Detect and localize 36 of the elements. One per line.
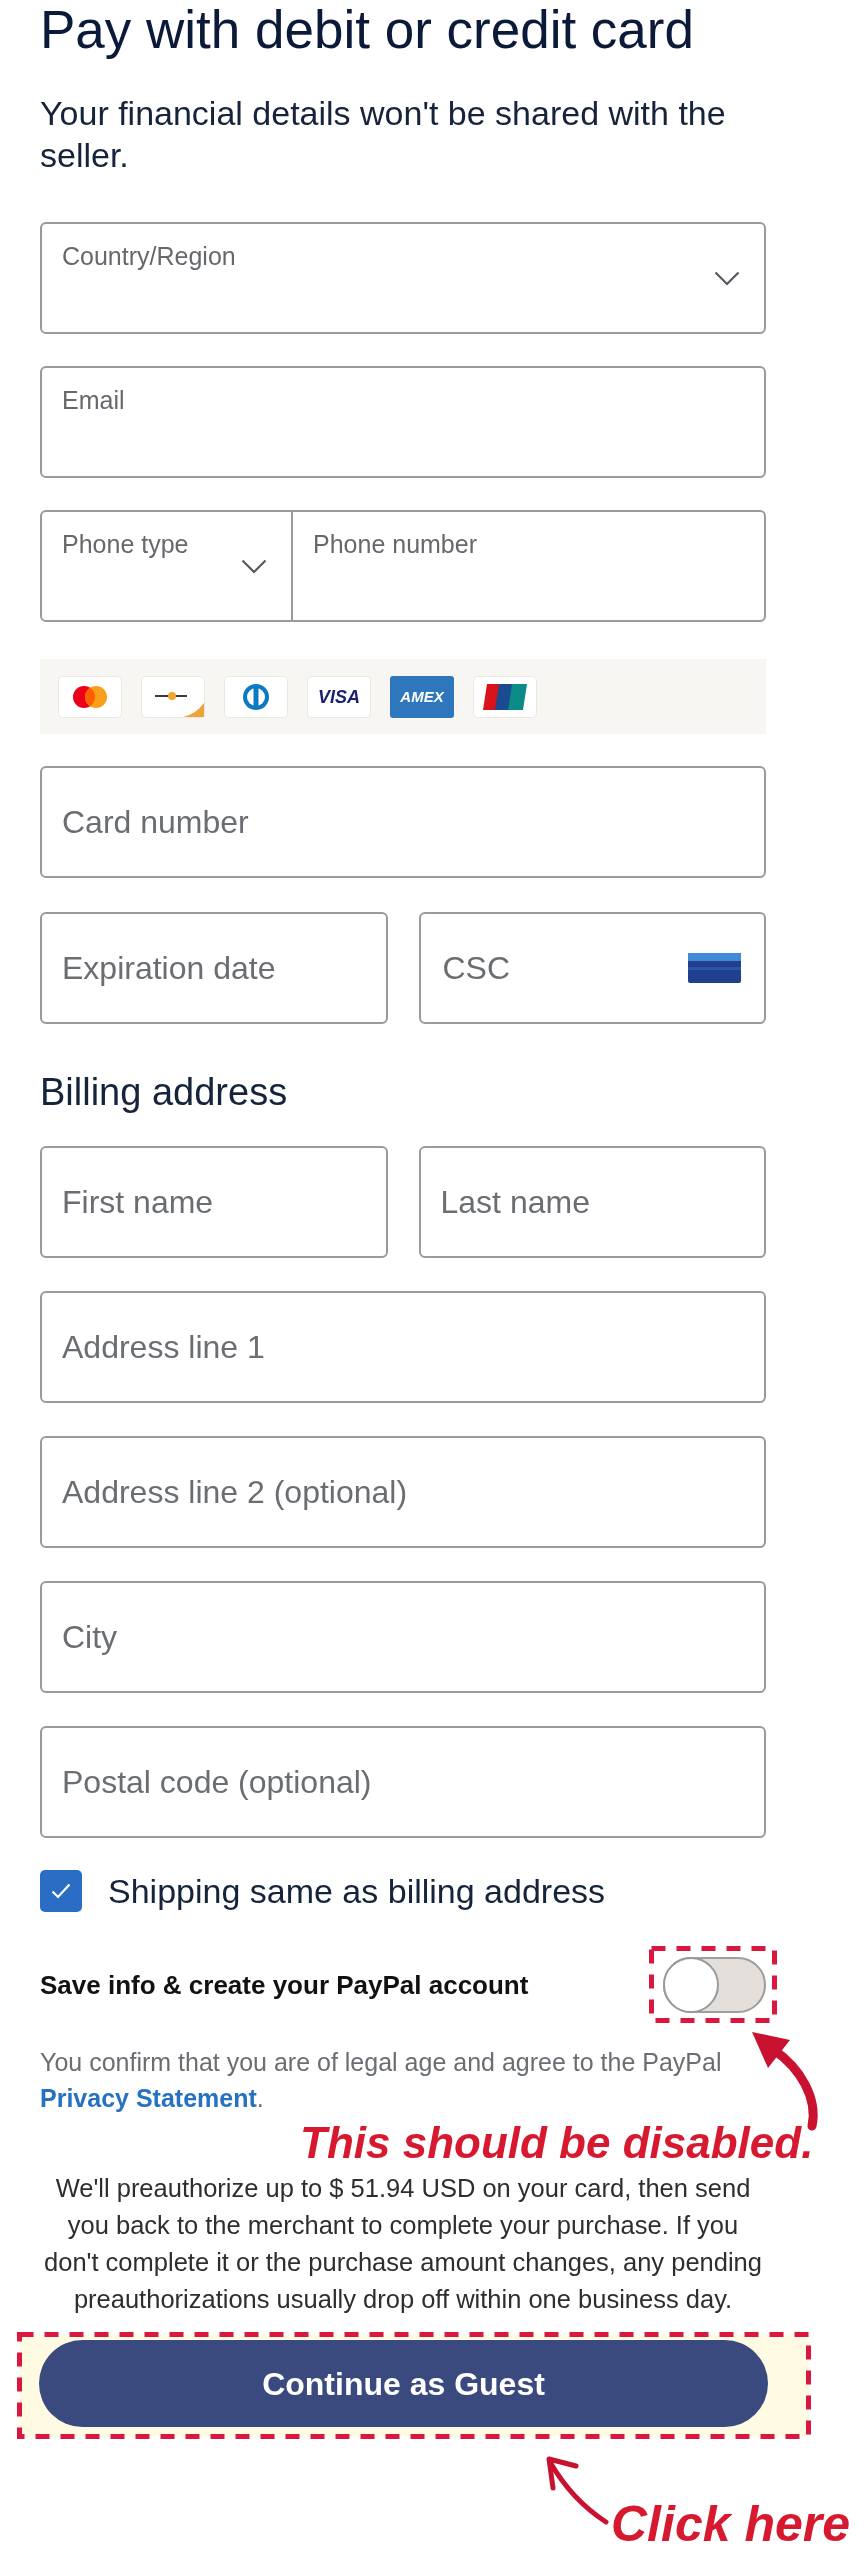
card-logo: AMEX bbox=[390, 675, 454, 718]
input-field[interactable]: First name bbox=[40, 1146, 388, 1258]
checkmark-icon bbox=[51, 1883, 71, 1899]
input-field[interactable]: Expiration date bbox=[40, 912, 388, 1024]
input-field[interactable]: Address line 1 bbox=[40, 1291, 766, 1403]
chevron-down-icon bbox=[714, 271, 740, 286]
annotation-note: Click here bbox=[611, 2496, 850, 2552]
chevron-down-icon bbox=[241, 559, 267, 574]
legal-text: You confirm that you are of legal age and agree to the PayPal Privacy Statement. bbox=[40, 2047, 723, 2114]
save-account-label: Save info & create your PayPal account bbox=[40, 1969, 529, 2001]
input-field[interactable]: City bbox=[40, 1581, 766, 1693]
toggle-switch[interactable] bbox=[663, 1957, 766, 2013]
input-field[interactable]: Card number bbox=[40, 766, 766, 878]
checkbox-label: Shipping same as billing address bbox=[108, 1871, 606, 1912]
overlapping-circles-icon bbox=[58, 675, 122, 718]
curved-arrow bbox=[546, 2456, 609, 2525]
dropdown-field[interactable]: Country/Region bbox=[40, 222, 766, 334]
privacy-link[interactable]: Privacy Statement bbox=[40, 2084, 257, 2112]
page-title: Pay with debit or credit card bbox=[40, 0, 695, 60]
preauthorization-note: We'll preauthorize up to $ 51.94 USD on your card, then send you back to the merchant to complete your purchase. If you don't complete it or the purchase amount changes, any pending preauthorizations usually drop off within one business day. bbox=[43, 2173, 763, 2315]
subtitle: Your financial details won't be shared with the seller. bbox=[40, 93, 727, 176]
input-field[interactable]: Address line 2 (optional) bbox=[40, 1436, 766, 1548]
input-field[interactable]: Phone number bbox=[293, 510, 766, 622]
input-field[interactable]: Email bbox=[40, 366, 766, 478]
card-icon bbox=[688, 953, 741, 983]
input-field[interactable]: Postal code (optional) bbox=[40, 1726, 766, 1838]
section-heading: Billing address bbox=[40, 1070, 289, 1115]
stripes-icon bbox=[473, 675, 537, 718]
checkbox[interactable] bbox=[40, 1870, 82, 1912]
input-field[interactable]: Last name bbox=[418, 1146, 766, 1258]
annotation-note: This should be disabled. bbox=[300, 2117, 814, 2169]
continue-button[interactable]: Continue as Guest bbox=[39, 2340, 768, 2427]
input-field[interactable]: CSC bbox=[418, 912, 766, 1024]
card-logo: VISA bbox=[307, 675, 371, 718]
dropdown-field[interactable]: Phone type bbox=[40, 510, 293, 622]
ring-icon bbox=[224, 675, 288, 718]
